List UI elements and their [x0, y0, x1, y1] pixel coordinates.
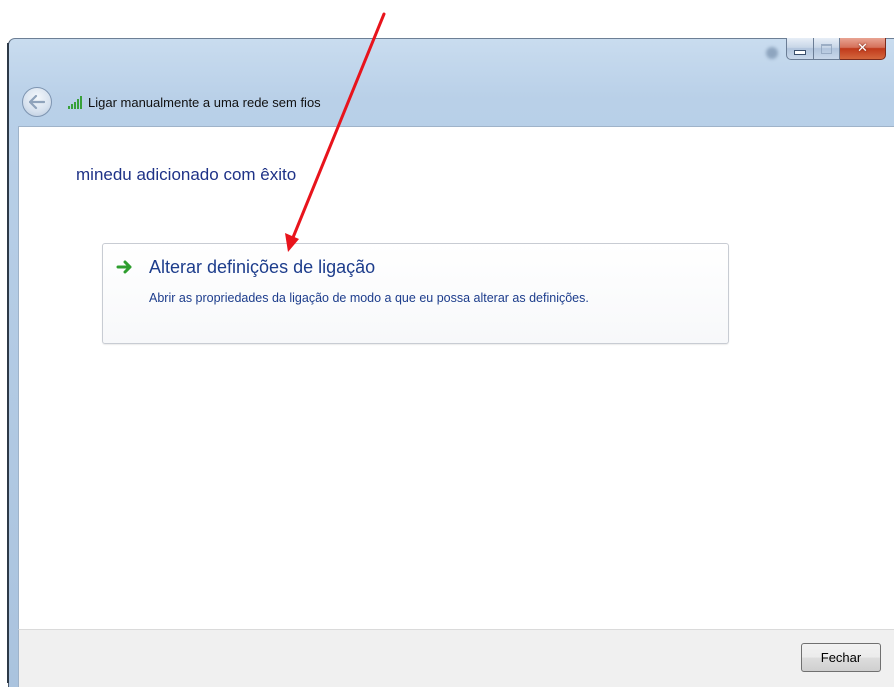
close-button[interactable]: Fechar	[801, 643, 881, 672]
maximize-button[interactable]	[814, 38, 840, 60]
wireless-signal-icon	[68, 95, 82, 109]
back-arrow-icon	[29, 95, 45, 109]
page-title: minedu adicionado com êxito	[76, 165, 297, 184]
screenshot-stage: ✕ Ligar manualmente a uma rede sem fios …	[0, 0, 894, 687]
dialog-footer: Fechar	[18, 629, 894, 687]
maximize-icon	[821, 43, 832, 54]
change-connection-settings-link[interactable]: Alterar definições de ligação Abrir as p…	[102, 243, 729, 344]
close-icon: ✕	[857, 41, 868, 56]
green-arrow-icon	[116, 260, 132, 274]
command-link-description: Abrir as propriedades da ligação de modo…	[149, 291, 589, 305]
blurred-background-icon	[766, 47, 778, 59]
minimize-button[interactable]	[786, 38, 814, 60]
minimize-icon	[794, 50, 806, 55]
caption-buttons: ✕	[786, 38, 886, 62]
command-link-title: Alterar definições de ligação	[149, 257, 376, 277]
back-button[interactable]	[22, 87, 52, 117]
window-title: Ligar manualmente a uma rede sem fios	[88, 94, 321, 110]
close-window-button[interactable]: ✕	[840, 38, 886, 60]
nav-row: Ligar manualmente a uma rede sem fios	[22, 86, 321, 118]
content-area: minedu adicionado com êxito Alterar defi…	[18, 126, 894, 629]
